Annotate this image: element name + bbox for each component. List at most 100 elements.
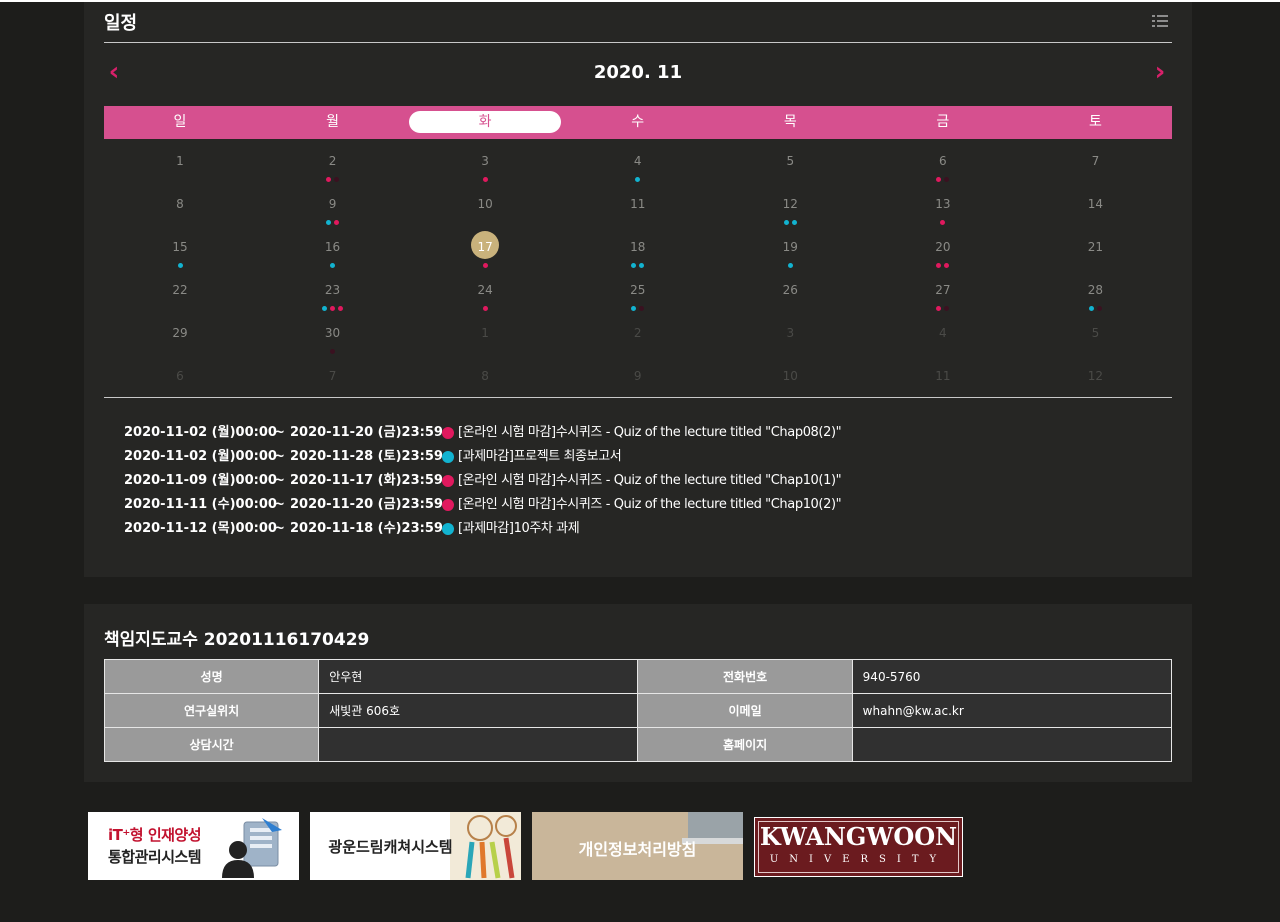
calendar-day[interactable]: 4 [562,142,714,185]
kwangwoon-university-banner[interactable]: KWANGWOON UNIVERSITY [754,812,965,880]
advisor-row: 성명 안우현 전화번호 940-5760 [103,659,1173,694]
event-title: [과제마감]프로젝트 최종보고서 [458,449,622,464]
logo-subtitle: UNIVERSITY [769,854,948,865]
calendar-day[interactable]: 16 [257,228,409,271]
it-talent-system-banner[interactable]: iT⁺형 인재양성 통합관리시스템 [88,812,299,880]
calendar-day[interactable]: 5 [714,142,866,185]
event-dots [257,220,409,225]
calendar-day[interactable]: 11 [867,357,1019,400]
calendar-day[interactable]: 7 [257,357,409,400]
calendar-day[interactable]: 3 [409,142,561,185]
event-dots [257,306,409,311]
event-dot [783,220,789,225]
event-dots [867,263,1019,268]
event-end: 2020-11-17 (화)23:59 [290,473,443,488]
weekday-text: 토 [1088,114,1102,130]
schedule-panel: 일정 ‹ 2020. 11 › 일월화수목금토 1 2 3 4 5 6 7 8 9 10 11 12 1… [84,2,1192,577]
event-dot [787,263,793,268]
event-dot [936,177,942,182]
calendar-day[interactable]: 6 [104,357,256,400]
event-item[interactable]: 2020-11-12 (목)00:00 ~2020-11-18 (수)23:59 [… [124,517,1164,541]
calendar-day[interactable]: 9 [562,357,714,400]
calendar-day[interactable]: 24 [409,271,561,314]
advisor-value: 새빛관 606호 [318,693,639,728]
event-dots [257,177,409,182]
weekday-text: 목 [783,114,797,130]
event-dots [562,306,714,311]
day-number: 23 [324,283,341,297]
weekday-text: 일 [173,114,187,130]
event-item[interactable]: 2020-11-02 (월)00:00 ~2020-11-28 (토)23:59 [… [124,445,1164,469]
calendar-day[interactable]: 21 [1019,228,1171,271]
weekday-label: 목 [714,106,866,139]
weekday-text: 금 [936,114,950,130]
advisor-title: 책임지도교수 20201116170429 [104,630,370,650]
event-dot [944,306,950,311]
calendar-day[interactable]: 3 [714,314,866,357]
calendar-day[interactable]: 22 [104,271,256,314]
calendar-day[interactable]: 27 [867,271,1019,314]
calendar-day[interactable]: 10 [714,357,866,400]
title-divider [104,42,1172,43]
weekday-label: 금 [867,106,1019,139]
calendar-day[interactable]: 13 [867,185,1019,228]
event-type-dot [442,427,454,439]
calendar-day[interactable]: 9 [257,185,409,228]
event-item[interactable]: 2020-11-02 (월)00:00 ~2020-11-20 (금)23:59 [… [124,421,1164,445]
advisor-label: 성명 [103,659,320,694]
weekday-label: 수 [562,106,714,139]
calendar-day[interactable]: 12 [714,185,866,228]
advisor-label: 전화번호 [637,659,853,694]
calendar-day[interactable]: 28 [1019,271,1171,314]
calendar-day[interactable]: 1 [409,314,561,357]
event-dot [936,263,942,268]
kwangwoon-logo: KWANGWOON UNIVERSITY [754,817,963,877]
dream-catcher-system-banner[interactable]: 광운드림캐쳐시스템 [310,812,521,880]
calendar-divider [104,397,1172,398]
calendar-day[interactable]: 5 [1019,314,1171,357]
calendar-day-today[interactable]: 17 [409,228,561,271]
calendar-day[interactable]: 19 [714,228,866,271]
advisor-value: 940-5760 [851,659,1173,694]
calendar-day[interactable]: 6 [867,142,1019,185]
calendar-day[interactable]: 25 [562,271,714,314]
calendar-day[interactable]: 14 [1019,185,1171,228]
calendar-day[interactable]: 15 [104,228,256,271]
privacy-policy-banner[interactable]: 개인정보처리방침 [532,812,743,880]
calendar-day[interactable]: 4 [867,314,1019,357]
event-end: 2020-11-20 (금)23:59 [290,497,443,512]
event-item[interactable]: 2020-11-09 (월)00:00 ~2020-11-17 (화)23:59 [… [124,469,1164,493]
calendar-day[interactable]: 12 [1019,357,1171,400]
event-dot [940,220,946,225]
advisor-row: 상담시간 홈페이지 [103,727,1173,762]
event-start: 2020-11-09 (월)00:00 [124,473,277,488]
event-dot [334,177,340,182]
calendar-day[interactable]: 20 [867,228,1019,271]
calendar-day[interactable]: 1 [104,142,256,185]
day-number: 17 [477,240,493,254]
calendar-day[interactable]: 29 [104,314,256,357]
next-month-button[interactable]: › [1148,58,1172,86]
day-number: 5 [1091,326,1100,340]
list-view-icon[interactable] [1152,14,1168,28]
calendar-day[interactable]: 2 [257,142,409,185]
event-dot [635,177,641,182]
calendar-day[interactable]: 26 [714,271,866,314]
calendar-day[interactable]: 7 [1019,142,1171,185]
day-number: 2 [328,154,337,168]
day-number: 11 [630,197,646,211]
day-number: 25 [630,283,646,297]
calendar-day[interactable]: 2 [562,314,714,357]
calendar-day[interactable]: 23 [257,271,409,314]
calendar-day[interactable]: 8 [104,185,256,228]
day-number: 6 [939,154,947,168]
calendar-day[interactable]: 10 [409,185,561,228]
calendar-day[interactable]: 30 [257,314,409,357]
event-item[interactable]: 2020-11-11 (수)00:00 ~2020-11-20 (금)23:59 [… [124,493,1164,517]
day-number: 12 [782,197,798,211]
calendar-day[interactable]: 8 [409,357,561,400]
event-list: 2020-11-02 (월)00:00 ~2020-11-20 (금)23:59[… [124,421,1164,541]
calendar-day[interactable]: 11 [562,185,714,228]
calendar-day[interactable]: 18 [562,228,714,271]
day-number: 29 [172,326,188,340]
